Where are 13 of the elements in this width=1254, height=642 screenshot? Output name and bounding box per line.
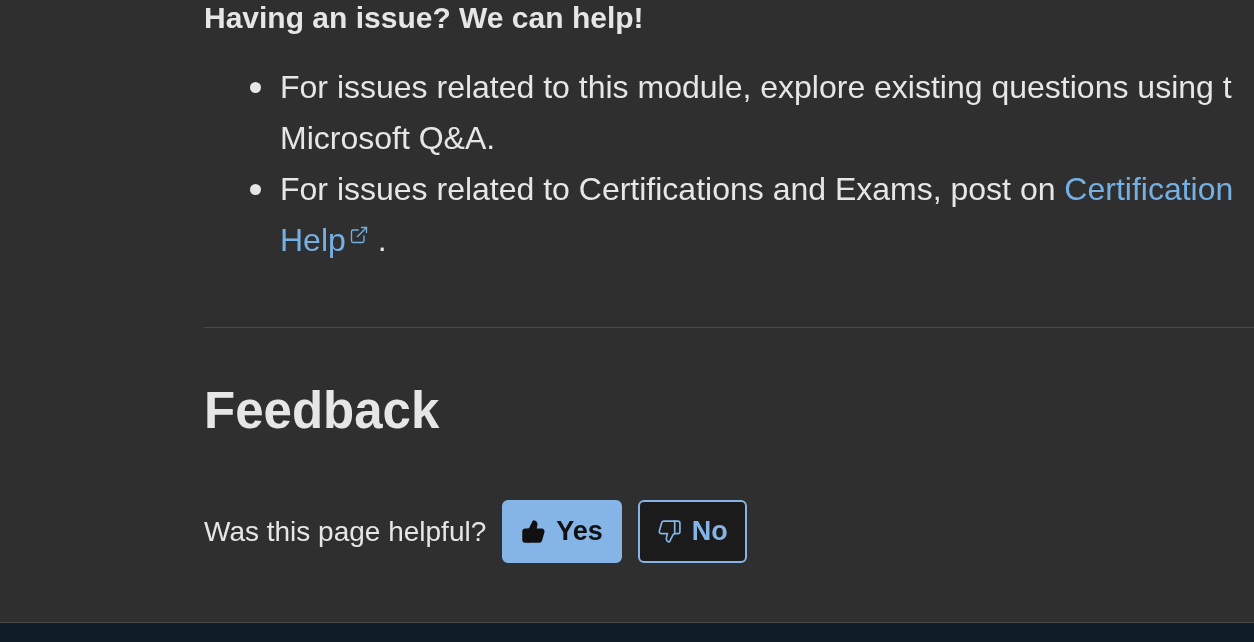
list-item-text: For issues related to this module, explore existing questions using t Microsoft Q&A.	[280, 68, 1232, 158]
no-button[interactable]: No	[637, 500, 747, 563]
thumbs-up-icon	[521, 519, 547, 544]
bullet-icon	[250, 184, 261, 195]
link[interactable]: Certification	[1064, 164, 1234, 215]
yes-button[interactable]: Yes	[502, 500, 622, 563]
feedback-heading: Feedback	[204, 381, 440, 441]
link[interactable]: Help	[280, 215, 369, 266]
feedback-question: Was this page helpful?	[204, 514, 487, 549]
section-heading: Having an issue? We can help!	[204, 1, 644, 35]
bullet-icon	[250, 82, 261, 93]
list-item-text: For issues related to Certifications and Exams, post on Certification Help .	[280, 164, 1234, 266]
thumbs-down-icon	[656, 519, 682, 544]
